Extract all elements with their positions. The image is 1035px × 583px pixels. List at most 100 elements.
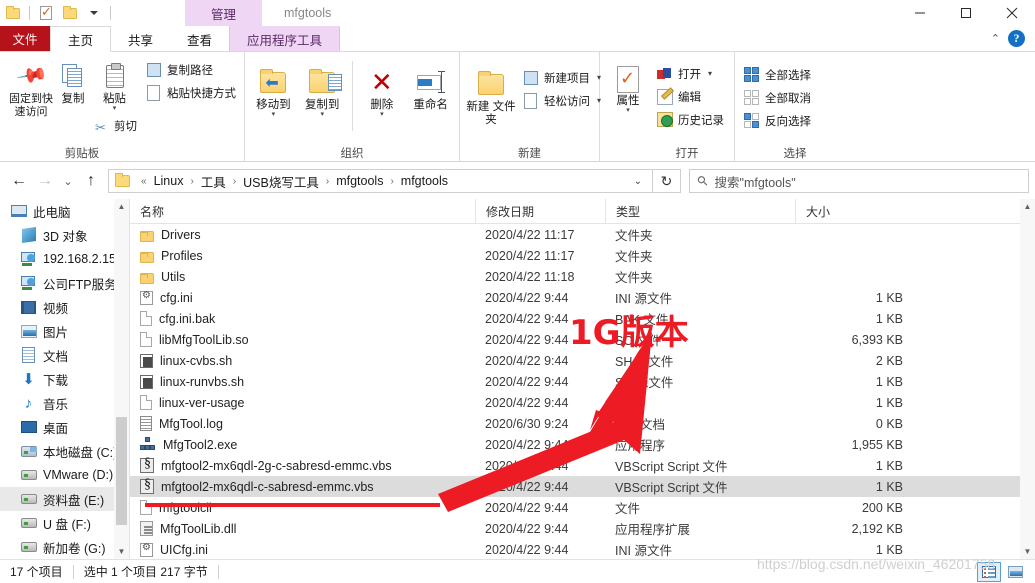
- paste-shortcut-button[interactable]: 粘贴快捷方式: [142, 81, 239, 104]
- back-button[interactable]: ←: [6, 168, 32, 194]
- table-row[interactable]: UICfg.ini 2020/4/22 9:44 INI 源文件 1 KB: [130, 539, 1035, 559]
- navpane-scrollbar[interactable]: ▲ ▼: [114, 199, 129, 559]
- sidebar-item-music[interactable]: ♪ 音乐: [0, 391, 129, 415]
- chevron-down-icon[interactable]: ▾: [708, 69, 712, 78]
- forward-button[interactable]: →: [32, 168, 58, 194]
- breadcrumb-item-tools[interactable]: 工具: [200, 172, 227, 191]
- move-to-button[interactable]: ⬅ 移动到 ▾: [250, 61, 297, 118]
- chevron-down-icon[interactable]: ▾: [626, 107, 630, 114]
- scrollbar-thumb[interactable]: [116, 417, 127, 525]
- collapse-ribbon-icon[interactable]: ⌃: [991, 32, 1000, 45]
- paste-button[interactable]: 粘贴 ▾ ✂ 剪切: [89, 55, 140, 139]
- sidebar-item-desktop[interactable]: 桌面: [0, 415, 129, 439]
- table-row[interactable]: MfgTool2.exe 2020/4/22 9:44 应用程序 1,955 K…: [130, 434, 1035, 455]
- scroll-down-icon[interactable]: ▼: [114, 544, 129, 559]
- move-to-icon: ⬅: [260, 65, 287, 99]
- address-dropdown-icon[interactable]: ⌄: [628, 176, 648, 187]
- table-row[interactable]: Profiles 2020/4/22 11:17 文件夹: [130, 245, 1035, 266]
- history-button[interactable]: 历史记录: [653, 108, 727, 131]
- sidebar-item-videos[interactable]: 视频: [0, 295, 129, 319]
- maximize-button[interactable]: [943, 0, 989, 26]
- sidebar-item-local-disk-c[interactable]: 本地磁盘 (C:): [0, 439, 129, 463]
- breadcrumb-item-usb[interactable]: USB烧写工具: [242, 172, 320, 191]
- close-button[interactable]: [989, 0, 1035, 26]
- table-row[interactable]: mfgtoolcli 2020/4/22 9:44 文件 200 KB: [130, 497, 1035, 518]
- new-folder-icon[interactable]: [59, 2, 81, 24]
- column-header-size[interactable]: 大小: [795, 199, 915, 224]
- up-button[interactable]: ↑: [78, 168, 104, 194]
- sidebar-item-pictures[interactable]: 图片: [0, 319, 129, 343]
- easy-access-button[interactable]: 轻松访问 ▾: [519, 89, 604, 112]
- table-row[interactable]: linux-runvbs.sh 2020/4/22 9:44 SH 源文件 1 …: [130, 371, 1035, 392]
- column-header-name[interactable]: 名称 ⌃: [130, 199, 475, 224]
- tab-home[interactable]: 主页: [50, 26, 112, 52]
- table-row[interactable]: libMfgToolLib.so 2020/4/22 9:44 SO 文件 6,…: [130, 329, 1035, 350]
- tab-file[interactable]: 文件: [0, 26, 50, 51]
- breadcrumb-item-linux[interactable]: Linux: [153, 174, 185, 188]
- copy-button[interactable]: 复制: [59, 55, 87, 106]
- table-row[interactable]: MfgToolLib.dll 2020/4/22 9:44 应用程序扩展 2,1…: [130, 518, 1035, 539]
- sidebar-item-this-pc[interactable]: 此电脑: [0, 199, 129, 223]
- tab-view[interactable]: 查看: [170, 26, 229, 51]
- sidebar-item-downloads[interactable]: ⬇ 下载: [0, 367, 129, 391]
- select-all-button[interactable]: 全部选择: [740, 63, 814, 86]
- column-header-date[interactable]: 修改日期: [475, 199, 605, 224]
- delete-button[interactable]: ✕ 删除 ▾: [358, 61, 405, 118]
- breadcrumb-item-mfgtools-2[interactable]: mfgtools: [400, 174, 449, 188]
- thumbnails-view-button[interactable]: [1003, 562, 1027, 582]
- select-none-button[interactable]: 全部取消: [740, 86, 814, 109]
- cut-button[interactable]: ✂ 剪切: [89, 116, 140, 139]
- copy-path-button[interactable]: 复制路径: [142, 58, 239, 81]
- chevron-down-icon[interactable]: ▾: [272, 111, 276, 118]
- copy-to-button[interactable]: 复制到 ▾: [299, 61, 346, 118]
- sidebar-item-documents[interactable]: 文档: [0, 343, 129, 367]
- divider: [110, 6, 111, 20]
- table-row[interactable]: mfgtool2-mx6qdl-c-sabresd-emmc.vbs 2020/…: [130, 476, 1035, 497]
- sidebar-item-usb-f[interactable]: U 盘 (F:): [0, 511, 129, 535]
- sidebar-item-data-disk-e[interactable]: 资料盘 (E:): [0, 487, 129, 511]
- sidebar-item-company-ftp[interactable]: 公司FTP服务器: [0, 271, 129, 295]
- column-header-type[interactable]: 类型: [605, 199, 795, 224]
- tab-application-tools[interactable]: 应用程序工具: [229, 26, 341, 51]
- breadcrumb-item-mfgtools[interactable]: mfgtools: [335, 174, 384, 188]
- new-folder-button[interactable]: 新建 文件夹: [465, 63, 517, 127]
- minimize-button[interactable]: [897, 0, 943, 26]
- scroll-down-icon[interactable]: ▼: [1020, 544, 1035, 559]
- table-row[interactable]: linux-cvbs.sh 2020/4/22 9:44 SH 源文件 2 KB: [130, 350, 1035, 371]
- properties-button[interactable]: 属性 ▾: [605, 59, 651, 114]
- table-row[interactable]: MfgTool.log 2020/6/30 9:24 文本文档 0 KB: [130, 413, 1035, 434]
- refresh-button[interactable]: ↻: [653, 169, 681, 193]
- help-icon[interactable]: ?: [1008, 30, 1025, 47]
- breadcrumb-overflow[interactable]: «: [135, 176, 153, 187]
- table-row[interactable]: cfg.ini 2020/4/22 9:44 INI 源文件 1 KB: [130, 287, 1035, 308]
- customize-dropdown-icon[interactable]: [83, 2, 105, 24]
- tab-share[interactable]: 共享: [111, 26, 170, 51]
- rename-button[interactable]: 重命名: [407, 61, 454, 112]
- properties-check-icon[interactable]: [35, 2, 57, 24]
- pin-to-quick-access-button[interactable]: 📌 固定到快 速访问: [5, 55, 57, 119]
- table-row[interactable]: Utils 2020/4/22 11:18 文件夹: [130, 266, 1035, 287]
- edit-button[interactable]: 编辑: [653, 85, 727, 108]
- sidebar-item-192-168-2-151[interactable]: 192.168.2.151: [0, 247, 129, 271]
- table-row[interactable]: cfg.ini.bak 2020/4/22 9:44 BAK 文件 1 KB: [130, 308, 1035, 329]
- breadcrumb[interactable]: « Linux › 工具 › USB烧写工具 › mfgtools › mfgt…: [108, 169, 653, 193]
- chevron-down-icon[interactable]: ▾: [113, 105, 117, 112]
- chevron-down-icon[interactable]: ▾: [380, 111, 384, 118]
- sidebar-item-3d-objects[interactable]: 3D 对象: [0, 223, 129, 247]
- recent-locations-button[interactable]: ⌄: [58, 168, 78, 194]
- sidebar-item-vmware-d[interactable]: VMware (D:): [0, 463, 129, 487]
- table-row[interactable]: mfgtool2-mx6qdl-2g-c-sabresd-emmc.vbs 20…: [130, 455, 1035, 476]
- scroll-up-icon[interactable]: ▲: [1020, 199, 1035, 214]
- table-row[interactable]: linux-ver-usage 2020/4/22 9:44 文件 1 KB: [130, 392, 1035, 413]
- search-input[interactable]: ⚲ 搜索"mfgtools": [689, 169, 1029, 193]
- scroll-up-icon[interactable]: ▲: [114, 199, 129, 214]
- open-button[interactable]: 打开 ▾: [653, 62, 727, 85]
- sidebar-item-new-volume-g[interactable]: 新加卷 (G:): [0, 535, 129, 559]
- chevron-down-icon[interactable]: ▾: [320, 111, 324, 118]
- new-item-button[interactable]: 新建项目 ▾: [519, 66, 604, 89]
- table-row[interactable]: Drivers 2020/4/22 11:17 文件夹: [130, 224, 1035, 245]
- invert-selection-button[interactable]: 反向选择: [740, 109, 814, 132]
- details-view-button[interactable]: [977, 561, 1001, 582]
- file-list-scrollbar[interactable]: ▲ ▼: [1020, 199, 1035, 559]
- folder-icon[interactable]: [2, 2, 24, 24]
